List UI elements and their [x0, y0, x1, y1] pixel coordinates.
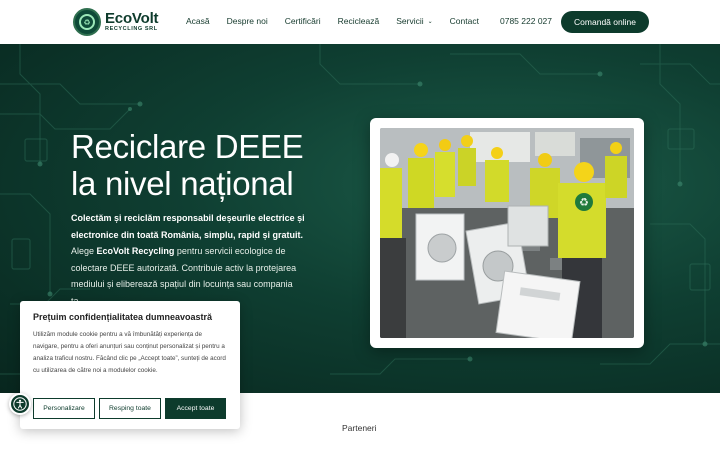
main-nav: Acasă Despre noi Certificări Reciclează …: [186, 16, 496, 26]
nav-item-despre-noi[interactable]: Despre noi: [227, 16, 268, 26]
hero-title-line2: la nivel național: [71, 165, 294, 202]
cookie-customize-button[interactable]: Personalizare: [33, 398, 95, 419]
hero-text-bold: Colectăm și reciclăm responsabil deșeuri…: [71, 213, 305, 240]
nav-item-servicii-label: Servicii: [396, 16, 424, 26]
nav-item-recicleaza[interactable]: Reciclează: [338, 16, 380, 26]
recycling-workers-image: ♻: [380, 128, 634, 338]
nav-item-contact[interactable]: Contact: [450, 16, 479, 26]
svg-text:♻: ♻: [579, 196, 589, 209]
nav-item-acasa[interactable]: Acasă: [186, 16, 210, 26]
accessibility-button[interactable]: [9, 393, 31, 415]
nav-item-certificari[interactable]: Certificări: [285, 16, 321, 26]
cookie-text: Utilizăm module cookie pentru a vă îmbun…: [33, 331, 226, 374]
cookie-accept-all-button[interactable]: Accept toate: [165, 398, 226, 419]
site-header: ♻ EcoVolt RECYCLING SRL Acasă Despre noi…: [0, 0, 720, 44]
hero-title: Reciclare DEEE la nivel național: [71, 128, 341, 202]
brand-name: EcoVolt: [105, 10, 159, 28]
cookie-consent-banner: Prețuim confidențialitatea dumneavoastră…: [20, 301, 240, 429]
logo-recycle-icon: ♻: [73, 8, 101, 36]
chevron-down-icon: ⌄: [427, 19, 433, 25]
partners-heading: Parteneri: [342, 423, 377, 433]
cookie-title: Prețuim confidențialitatea dumneavoastră: [33, 312, 213, 322]
brand-logo[interactable]: ♻ EcoVolt RECYCLING SRL: [73, 8, 159, 36]
hero-title-line1: Reciclare DEEE: [71, 128, 304, 165]
nav-item-servicii[interactable]: Servicii ⌄: [396, 16, 432, 26]
brand-subtitle: RECYCLING SRL: [105, 26, 158, 33]
hero-description: Colectăm și reciclăm responsabil deșeuri…: [71, 210, 305, 309]
cookie-reject-all-button[interactable]: Resping toate: [99, 398, 161, 419]
hero-text-pre-brand: Alege: [71, 246, 97, 256]
hero-photo-frame: ♻: [370, 118, 644, 348]
hero-text-brand: EcoVolt Recycling: [96, 246, 175, 256]
accessibility-icon: [13, 397, 27, 411]
hero-photo: ♻: [380, 128, 634, 338]
order-online-button[interactable]: Comandă online: [561, 11, 649, 33]
phone-link[interactable]: 0785 222 027: [500, 16, 552, 26]
